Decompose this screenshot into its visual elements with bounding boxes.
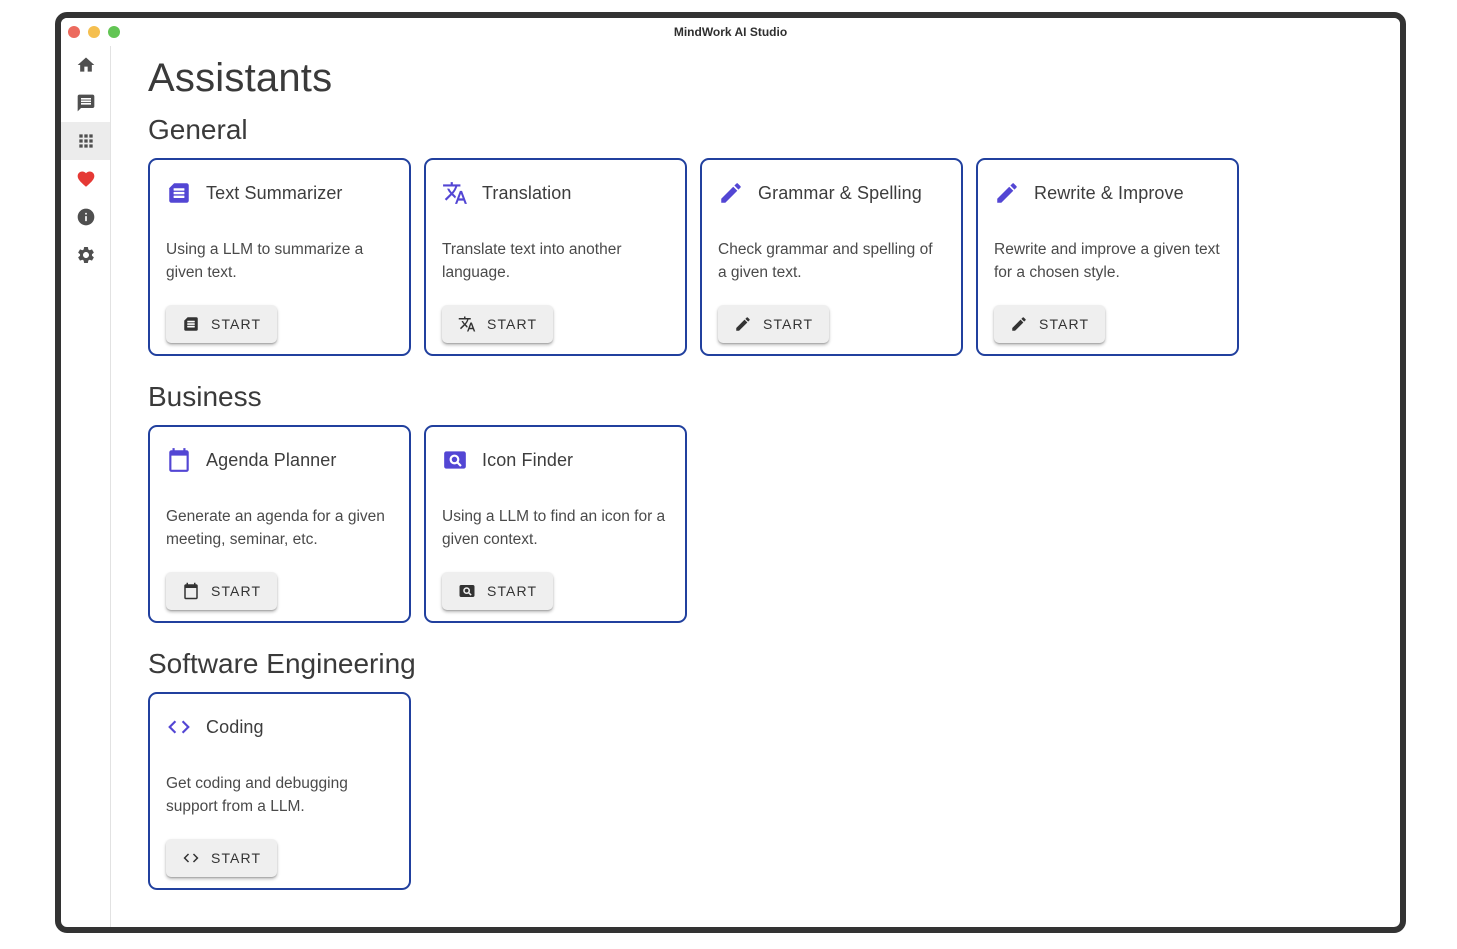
titlebar[interactable]: MindWork AI Studio [61,18,1400,46]
section-heading: Business [148,382,1380,412]
start-button-label: START [211,850,261,866]
code-icon [166,714,192,740]
fullscreen-window-button[interactable] [108,26,120,38]
pencil-icon [718,180,744,206]
card-title: Translation [482,183,571,204]
pencil-icon [1010,315,1028,333]
start-button-label: START [487,583,537,599]
card-row: Text Summarizer Using a LLM to summarize … [148,158,1380,356]
heart-icon [76,169,96,189]
home-icon [76,55,96,75]
app-window: MindWork AI Studio Assistants General Tex… [55,12,1406,933]
sidebar-item-chats[interactable] [61,84,110,122]
window-title: MindWork AI Studio [61,25,1400,39]
card-description: Using a LLM to summarize a given text. [166,238,393,284]
section-heading: Software Engineering [148,649,1380,679]
assistant-card-grammar-spelling: Grammar & Spelling Check grammar and spel… [700,158,963,356]
calendar-icon [182,582,200,600]
translate-icon [442,180,468,206]
start-button-coding[interactable]: START [166,839,277,877]
start-button-label: START [1039,316,1089,332]
close-window-button[interactable] [68,26,80,38]
main-content: Assistants General Text Summarizer Using a… [111,46,1400,927]
gear-icon [76,245,96,265]
card-row: Coding Get coding and debugging support f… [148,692,1380,890]
sections-container: General Text Summarizer Using a LLM to sum… [148,115,1380,890]
code-icon [182,849,200,867]
card-header: Icon Finder [442,447,669,473]
card-description: Using a LLM to find an icon for a given … [442,505,669,551]
start-button-icon-finder[interactable]: START [442,572,553,610]
start-button-text-summarizer[interactable]: START [166,305,277,343]
summarize-icon [182,315,200,333]
card-header: Rewrite & Improve [994,180,1221,206]
sidebar-item-favorites[interactable] [61,160,110,198]
assistant-card-agenda-planner: Agenda Planner Generate an agenda for a g… [148,425,411,623]
card-description: Get coding and debugging support from a … [166,772,393,818]
info-icon [76,207,96,227]
sidebar-item-home[interactable] [61,46,110,84]
card-header: Agenda Planner [166,447,393,473]
assistant-card-translation: Translation Translate text into another l… [424,158,687,356]
sidebar-item-assistants[interactable] [61,122,110,160]
section-software-engineering: Software Engineering Coding Get coding and… [148,649,1380,890]
section-general: General Text Summarizer Using a LLM to sum… [148,115,1380,356]
card-title: Text Summarizer [206,183,343,204]
start-button-label: START [763,316,813,332]
sidebar-item-about[interactable] [61,198,110,236]
traffic-lights [61,26,120,38]
window-body: Assistants General Text Summarizer Using a… [61,46,1400,927]
card-description: Check grammar and spelling of a given te… [718,238,945,284]
icon-search-icon [458,582,476,600]
pencil-icon [994,180,1020,206]
start-button-label: START [211,316,261,332]
card-title: Grammar & Spelling [758,183,922,204]
start-button-label: START [211,583,261,599]
assistant-card-coding: Coding Get coding and debugging support f… [148,692,411,890]
sidebar [61,46,111,927]
start-button-rewrite-improve[interactable]: START [994,305,1105,343]
card-title: Icon Finder [482,450,573,471]
section-heading: General [148,115,1380,145]
card-header: Translation [442,180,669,206]
summarize-icon [166,180,192,206]
card-description: Rewrite and improve a given text for a c… [994,238,1221,284]
start-button-translation[interactable]: START [442,305,553,343]
card-header: Grammar & Spelling [718,180,945,206]
section-business: Business Agenda Planner Generate an agenda… [148,382,1380,623]
start-button-label: START [487,316,537,332]
apps-grid-icon [76,131,96,151]
assistant-card-rewrite-improve: Rewrite & Improve Rewrite and improve a g… [976,158,1239,356]
chat-icon [76,93,96,113]
assistant-card-icon-finder: Icon Finder Using a LLM to find an icon f… [424,425,687,623]
card-row: Agenda Planner Generate an agenda for a g… [148,425,1380,623]
card-header: Coding [166,714,393,740]
sidebar-item-settings[interactable] [61,236,110,274]
card-header: Text Summarizer [166,180,393,206]
calendar-icon [166,447,192,473]
icon-search-icon [442,447,468,473]
translate-icon [458,315,476,333]
card-description: Translate text into another language. [442,238,669,284]
minimize-window-button[interactable] [88,26,100,38]
assistant-card-text-summarizer: Text Summarizer Using a LLM to summarize … [148,158,411,356]
pencil-icon [734,315,752,333]
card-title: Coding [206,717,264,738]
start-button-agenda-planner[interactable]: START [166,572,277,610]
page-title: Assistants [148,55,1380,102]
start-button-grammar-spelling[interactable]: START [718,305,829,343]
card-title: Rewrite & Improve [1034,183,1184,204]
card-description: Generate an agenda for a given meeting, … [166,505,393,551]
card-title: Agenda Planner [206,450,337,471]
